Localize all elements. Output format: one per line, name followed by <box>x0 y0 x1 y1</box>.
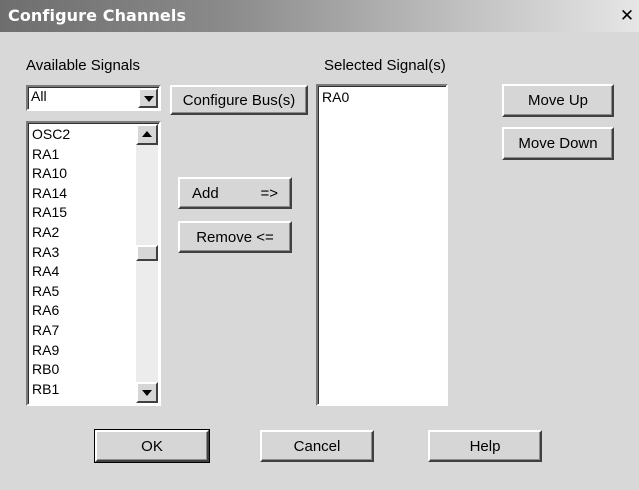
list-item[interactable]: RA7 <box>32 321 70 341</box>
configure-bus-button[interactable]: Configure Bus(s) <box>170 85 308 115</box>
list-item[interactable]: RB0 <box>32 360 70 380</box>
title-bar[interactable]: Configure Channels ✕ <box>0 0 639 32</box>
list-item[interactable]: RA1 <box>32 145 70 165</box>
move-up-button[interactable]: Move Up <box>502 84 614 117</box>
signal-filter-value: All <box>31 88 47 104</box>
list-item[interactable]: RA6 <box>32 301 70 321</box>
list-item[interactable]: RB1 <box>32 380 70 400</box>
scrollbar-thumb[interactable] <box>136 245 158 262</box>
selected-signals-list[interactable]: RA0 <box>316 84 448 406</box>
list-item[interactable]: RA3 <box>32 243 70 263</box>
list-item[interactable]: RA10 <box>32 164 70 184</box>
scroll-up-icon[interactable] <box>136 124 158 145</box>
help-button[interactable]: Help <box>428 430 542 462</box>
chevron-down-icon[interactable] <box>138 88 158 108</box>
move-down-button[interactable]: Move Down <box>502 127 614 160</box>
add-button[interactable]: Add => <box>178 177 292 209</box>
available-signals-label: Available Signals <box>26 57 140 74</box>
selected-signals-items: RA0 <box>322 88 349 108</box>
ok-button[interactable]: OK <box>94 429 210 463</box>
list-item[interactable]: RA14 <box>32 184 70 204</box>
scroll-down-icon[interactable] <box>136 382 158 403</box>
available-signals-items: OSC2 RA1 RA10 RA14 RA15 RA2 RA3 RA4 RA5 RA6 RA7 RA9… <box>32 125 70 399</box>
available-signals-list[interactable]: OSC2 RA1 RA10 RA14 RA15 RA2 RA3 RA4 RA5 RA6 RA7 RA9… <box>26 121 161 406</box>
available-signals-scrollbar[interactable] <box>136 124 158 403</box>
add-button-arrow: => <box>260 184 278 202</box>
list-item[interactable]: RA2 <box>32 223 70 243</box>
list-item[interactable]: OSC2 <box>32 125 70 145</box>
list-item[interactable]: RA0 <box>322 88 349 108</box>
list-item[interactable]: RA15 <box>32 203 70 223</box>
list-item[interactable]: RA5 <box>32 282 70 302</box>
window-title: Configure Channels <box>8 6 187 25</box>
selected-signals-label: Selected Signal(s) <box>324 57 446 74</box>
remove-button[interactable]: Remove <= <box>178 221 292 253</box>
list-item[interactable]: RA4 <box>32 262 70 282</box>
signal-filter-select[interactable]: All <box>26 85 161 111</box>
close-icon[interactable]: ✕ <box>617 7 637 27</box>
add-button-label: Add <box>192 184 219 202</box>
cancel-button[interactable]: Cancel <box>260 430 374 462</box>
list-item[interactable]: RA9 <box>32 341 70 361</box>
configure-channels-dialog: Configure Channels ✕ Available Signals A… <box>0 0 639 490</box>
